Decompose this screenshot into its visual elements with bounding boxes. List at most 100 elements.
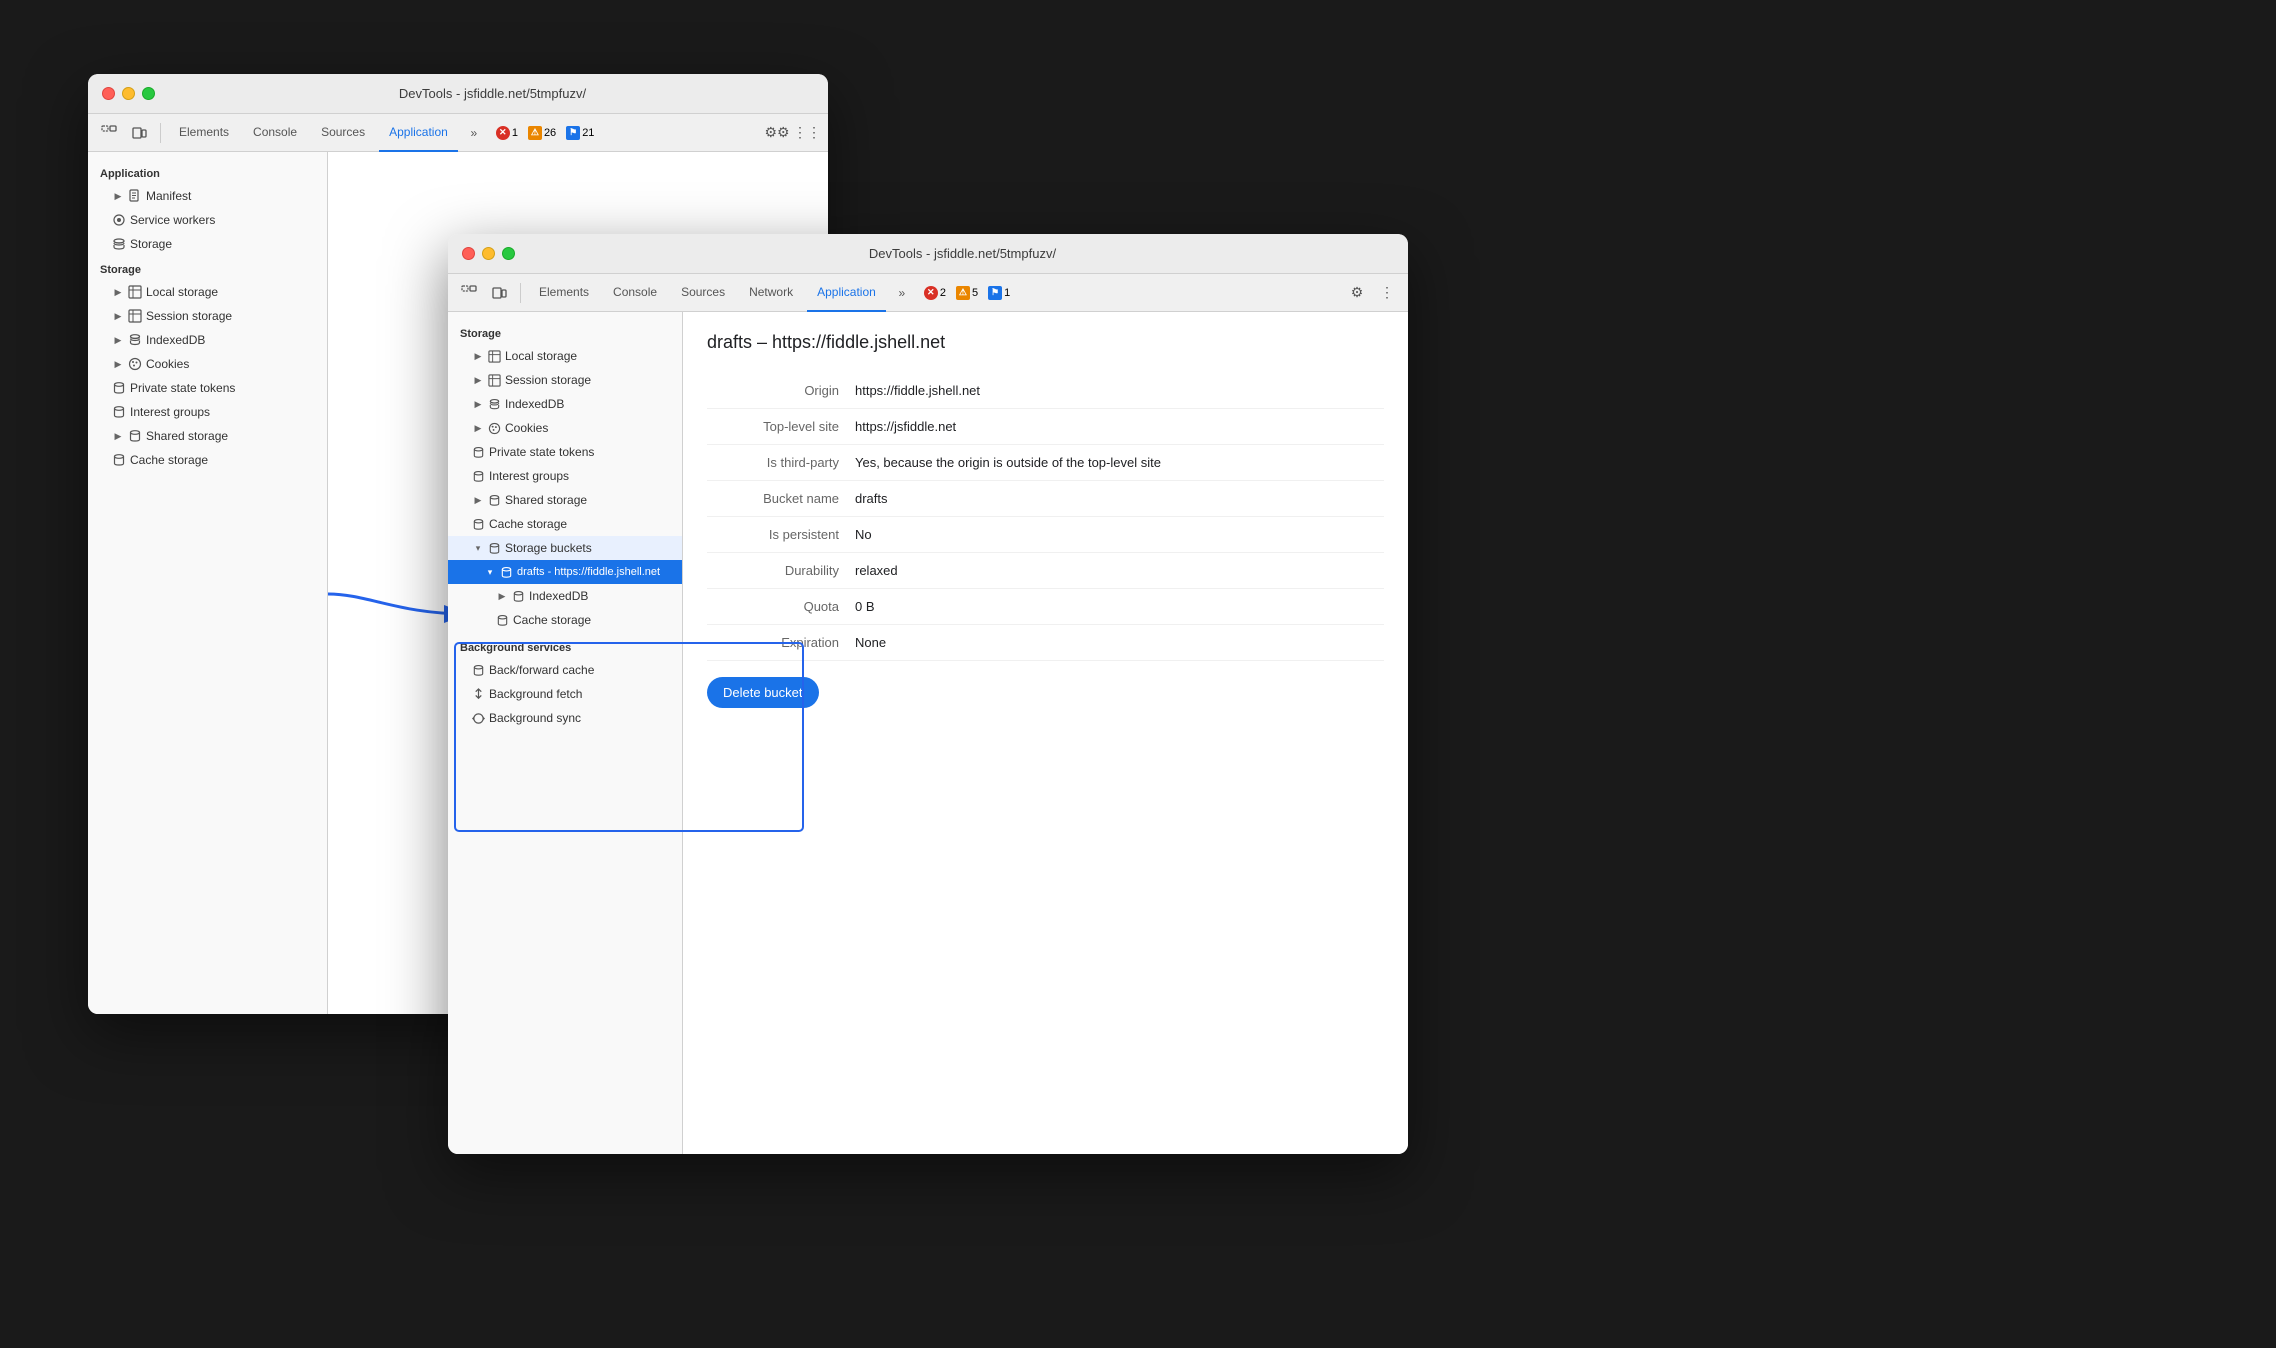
front-indexeddb-item[interactable]: IndexedDB — [448, 392, 682, 416]
back-cookies-item[interactable]: Cookies — [88, 352, 327, 376]
back-session-storage-item[interactable]: Session storage — [88, 304, 327, 328]
front-child-cache-label: Cache storage — [513, 613, 591, 627]
front-quota-value: 0 B — [847, 589, 1384, 625]
front-origin-value: https://fiddle.jshell.net — [847, 373, 1384, 409]
back-tab-elements[interactable]: Elements — [169, 114, 239, 152]
front-more-icon[interactable]: ⋮ — [1374, 280, 1400, 306]
delete-bucket-button[interactable]: Delete bucket — [707, 677, 819, 708]
back-manifest-icon — [128, 189, 142, 203]
front-tab-elements[interactable]: Elements — [529, 274, 599, 312]
front-tab-application[interactable]: Application — [807, 274, 886, 312]
front-bucketname-label: Bucket name — [707, 481, 847, 517]
front-cookies-icon — [488, 422, 501, 435]
front-drafts-label: drafts - https://fiddle.jshell.net — [517, 566, 660, 578]
front-cs-icon — [472, 518, 485, 531]
front-ss-label: Session storage — [505, 373, 591, 387]
front-cookies-item[interactable]: Cookies — [448, 416, 682, 440]
back-tab-console[interactable]: Console — [243, 114, 307, 152]
front-drafts-item[interactable]: drafts - https://fiddle.jshell.net — [448, 560, 682, 584]
front-child-idb-arrow — [496, 590, 508, 602]
front-local-storage-item[interactable]: Local storage — [448, 344, 682, 368]
back-traffic-lights — [102, 87, 155, 100]
back-inspect-icon[interactable] — [96, 120, 122, 146]
back-sw-label: Service workers — [130, 213, 215, 227]
back-settings-icon[interactable]: ⚙ — [764, 120, 790, 146]
front-pst-icon — [472, 446, 485, 459]
front-child-cache-icon — [496, 614, 509, 627]
front-child-cache-item[interactable]: Cache storage — [448, 608, 682, 632]
front-settings-icon[interactable]: ⚙ — [1344, 280, 1370, 306]
front-storage-label: Storage — [448, 320, 682, 344]
front-toolbar-sep1 — [520, 283, 521, 303]
back-maximize-button[interactable] — [142, 87, 155, 100]
back-cookies-icon — [128, 357, 142, 371]
front-ss-icon — [488, 374, 501, 387]
back-more-icon[interactable]: ⋮ — [794, 120, 820, 146]
front-minimize-button[interactable] — [482, 247, 495, 260]
front-origin-label: Origin — [707, 373, 847, 409]
front-sb-arrow — [472, 542, 484, 554]
front-ig-item[interactable]: Interest groups — [448, 464, 682, 488]
front-origin-row: Origin https://fiddle.jshell.net — [707, 373, 1384, 409]
front-toplevel-value: https://jsfiddle.net — [847, 409, 1384, 445]
front-info-table: Origin https://fiddle.jshell.net Top-lev… — [707, 373, 1384, 661]
front-durability-row: Durability relaxed — [707, 553, 1384, 589]
back-shared-storage-item[interactable]: Shared storage — [88, 424, 327, 448]
back-minimize-button[interactable] — [122, 87, 135, 100]
back-pst-label: Private state tokens — [130, 381, 235, 395]
front-devtools-body: Storage Local storage Session storage — [448, 312, 1408, 1154]
front-sb-label: Storage buckets — [505, 541, 592, 555]
front-bfc-label: Back/forward cache — [489, 663, 594, 677]
back-shst-label: Shared storage — [146, 429, 228, 443]
front-tab-sources[interactable]: Sources — [671, 274, 735, 312]
front-inspect-icon[interactable] — [456, 280, 482, 306]
front-child-idb-item[interactable]: IndexedDB — [448, 584, 682, 608]
front-panel-title: drafts – https://fiddle.jshell.net — [707, 332, 1384, 353]
front-title-bar: DevTools - jsfiddle.net/5tmpfuzv/ — [448, 234, 1408, 274]
back-local-storage-item[interactable]: Local storage — [88, 280, 327, 304]
front-device-icon[interactable] — [486, 280, 512, 306]
front-flag-badge: ⚑ 1 — [988, 286, 1010, 300]
back-manifest-item[interactable]: Manifest — [88, 184, 327, 208]
front-ls-arrow — [472, 350, 484, 362]
back-idb-icon — [128, 333, 142, 347]
back-close-button[interactable] — [102, 87, 115, 100]
back-tab-application[interactable]: Application — [379, 114, 458, 152]
back-cs-label: Cache storage — [130, 453, 208, 467]
front-bg-sync-item[interactable]: Background sync — [448, 706, 682, 730]
back-manifest-arrow — [112, 190, 124, 202]
front-cache-storage-item[interactable]: Cache storage — [448, 512, 682, 536]
back-service-workers-item[interactable]: Service workers — [88, 208, 327, 232]
front-shared-storage-item[interactable]: Shared storage — [448, 488, 682, 512]
back-storage-item[interactable]: Storage — [88, 232, 327, 256]
front-pst-item[interactable]: Private state tokens — [448, 440, 682, 464]
front-persistent-row: Is persistent No — [707, 517, 1384, 553]
back-interest-groups-item[interactable]: Interest groups — [88, 400, 327, 424]
front-bfcache-item[interactable]: Back/forward cache — [448, 658, 682, 682]
back-shst-icon — [128, 429, 142, 443]
front-cs-label: Cache storage — [489, 517, 567, 531]
front-quota-label: Quota — [707, 589, 847, 625]
front-tab-network[interactable]: Network — [739, 274, 803, 312]
back-tab-sources[interactable]: Sources — [311, 114, 375, 152]
front-bg-fetch-item[interactable]: Background fetch — [448, 682, 682, 706]
front-maximize-button[interactable] — [502, 247, 515, 260]
front-ss-arrow — [472, 374, 484, 386]
front-expiration-row: Expiration None — [707, 625, 1384, 661]
front-overflow-button[interactable]: » — [890, 281, 914, 305]
front-close-button[interactable] — [462, 247, 475, 260]
front-session-storage-item[interactable]: Session storage — [448, 368, 682, 392]
front-toplevel-label: Top-level site — [707, 409, 847, 445]
front-storage-buckets-item[interactable]: Storage buckets — [448, 536, 682, 560]
back-indexeddb-item[interactable]: IndexedDB — [88, 328, 327, 352]
back-private-state-item[interactable]: Private state tokens — [88, 376, 327, 400]
front-tab-console[interactable]: Console — [603, 274, 667, 312]
back-overflow-button[interactable]: » — [462, 121, 486, 145]
front-idb-icon — [488, 398, 501, 411]
front-bfc-icon — [472, 664, 485, 677]
back-cache-storage-item[interactable]: Cache storage — [88, 448, 327, 472]
back-device-icon[interactable] — [126, 120, 152, 146]
front-bgsync-label: Background sync — [489, 711, 581, 725]
back-ls-icon — [128, 285, 142, 299]
front-warn-badge: ⚠ 5 — [956, 286, 978, 300]
